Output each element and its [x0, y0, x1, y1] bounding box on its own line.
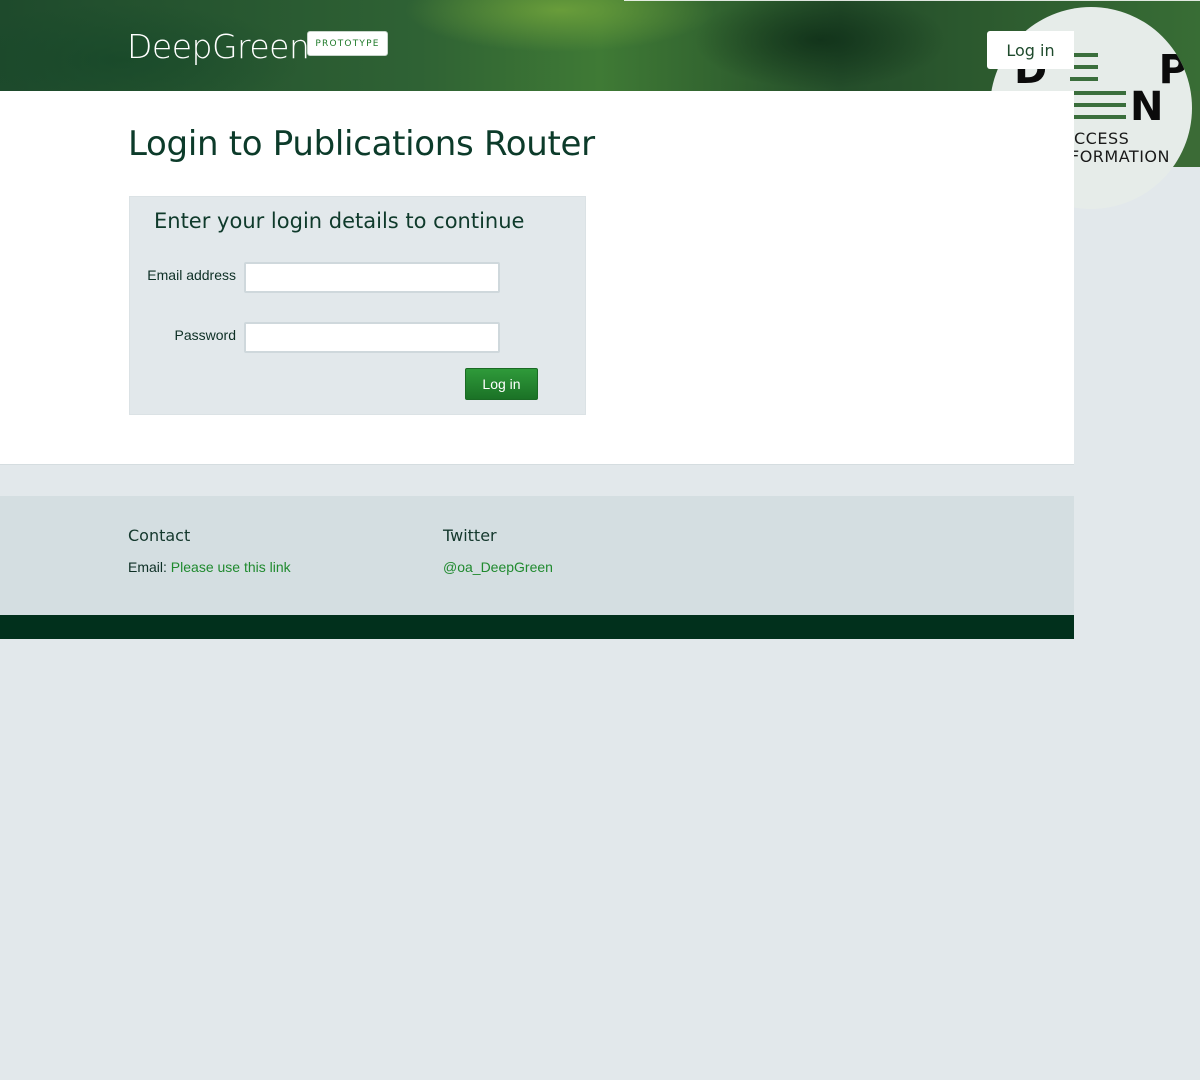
site-footer: Contact Email: Please use this link Twit…: [0, 496, 1074, 615]
logo-letter-n: N: [1130, 84, 1164, 130]
login-submit-button[interactable]: Log in: [465, 368, 538, 400]
twitter-link[interactable]: @oa_DeepGreen: [443, 559, 553, 575]
contact-heading: Contact: [128, 526, 191, 545]
logo-subtitle-access: CCESS: [1074, 129, 1130, 148]
brand-name[interactable]: DeepGreen: [127, 27, 310, 66]
password-label: Password: [174, 327, 236, 343]
page-title: Login to Publications Router: [128, 124, 595, 164]
login-form: Enter your login details to continue Ema…: [129, 196, 586, 415]
logo-subtitle-information: FORMATION: [1070, 147, 1170, 166]
prototype-badge: PROTOTYPE: [307, 31, 388, 56]
contact-line: Email: Please use this link: [128, 559, 291, 575]
header-login-button[interactable]: Log in: [987, 31, 1074, 69]
login-panel-heading: Enter your login details to continue: [154, 209, 525, 233]
header-top-border: [624, 0, 1200, 1]
twitter-line: @oa_DeepGreen: [443, 559, 553, 575]
main-content: Login to Publications Router Enter your …: [0, 91, 1074, 465]
password-field[interactable]: [244, 322, 500, 353]
contact-link[interactable]: Please use this link: [171, 559, 291, 575]
contact-email-prefix: Email:: [128, 559, 167, 575]
email-label: Email address: [147, 267, 236, 283]
footer-bottom-bar: [0, 615, 1074, 639]
twitter-heading: Twitter: [443, 526, 497, 545]
email-field[interactable]: [244, 262, 500, 293]
